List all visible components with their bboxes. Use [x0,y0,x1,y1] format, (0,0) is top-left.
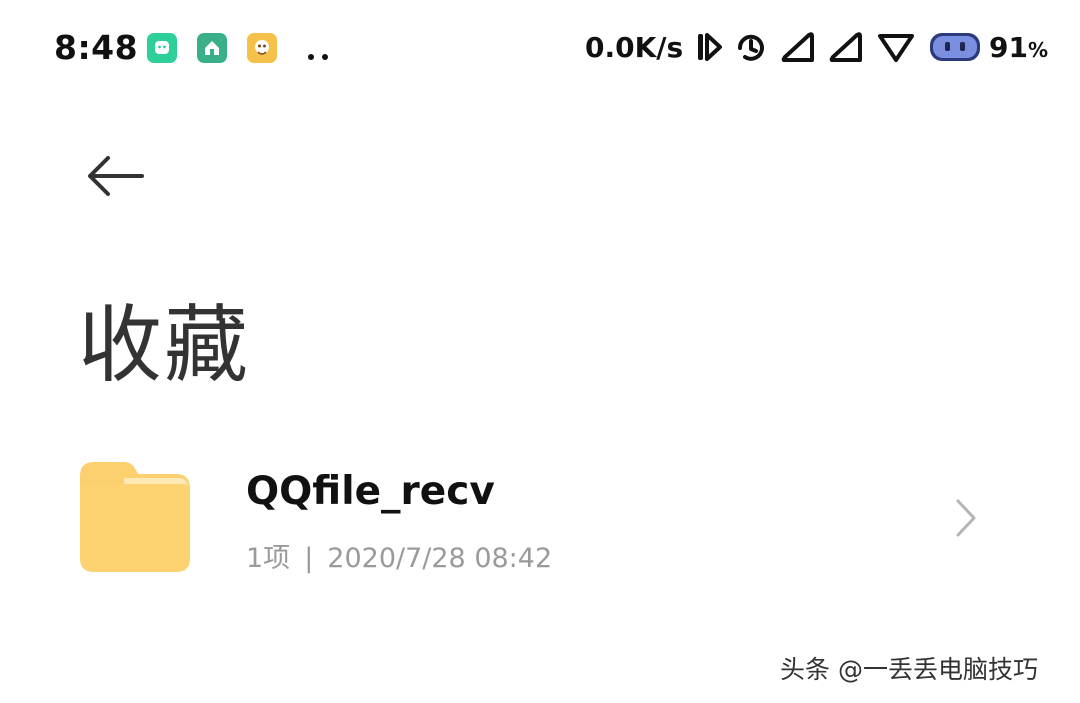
status-time: 8:48 [54,28,139,67]
vibrate-icon [698,33,722,61]
signal-icon-1 [781,32,814,62]
status-bar: 8:48 0.0K/s 91% [0,0,1080,96]
meta-separator: | [304,543,314,574]
battery-icon [930,33,980,61]
folder-item-count: 1项 [246,543,291,574]
folder-date: 2020/7/28 08:42 [327,543,553,574]
battery-percent: 91% [989,31,1049,64]
page-title: 收藏 [78,296,251,394]
watermark: 头条 @一丢丢电脑技巧 [780,655,1038,684]
folder-meta: 1项 | 2020/7/28 08:42 [246,536,552,575]
alarm-icon [737,34,764,61]
more-notifications-icon [308,45,336,64]
chevron-right-icon [956,499,976,537]
signal-icon-2 [829,32,862,62]
wifi-icon [878,34,914,62]
folder-list-item[interactable]: QQfile_recv 1项 | 2020/7/28 08:42 [0,450,1080,585]
chat-app-icon [147,33,177,63]
game-app-icon [247,33,277,63]
folder-name: QQfile_recv [246,469,495,514]
home-app-icon [197,33,227,63]
network-speed: 0.0K/s [585,31,684,64]
back-button[interactable] [80,150,152,202]
folder-icon [80,462,190,572]
back-arrow-icon [88,156,144,196]
